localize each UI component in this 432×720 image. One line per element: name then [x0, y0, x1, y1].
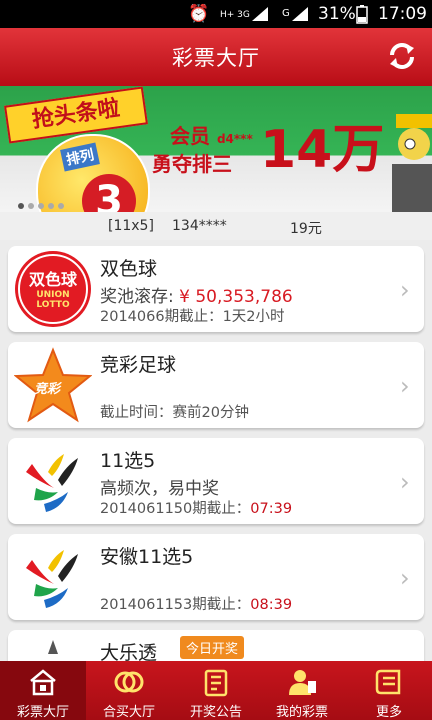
- 11x5-logo-icon: [15, 443, 91, 519]
- lottery-card-jingcai[interactable]: 竞彩 竞彩足球 截止时间：赛前20分钟 ›: [8, 342, 424, 428]
- page-dot: [38, 203, 44, 209]
- deadline-line: 2014061153期截止：08:39: [100, 593, 292, 614]
- deadline-value: 1天2小时: [222, 309, 285, 325]
- jackpot-line: 奖池滚存: ¥ 50,353,786: [100, 282, 293, 307]
- group-buy-icon: [114, 671, 144, 693]
- tab-lottery-hall[interactable]: 彩票大厅: [0, 661, 86, 720]
- lottery-card-11x5[interactable]: 11选5 高频次，易中奖 2014061150期截止：07:39 ›: [8, 438, 424, 524]
- banner-member-line: 会员 d4***: [170, 120, 253, 149]
- deadline-prefix: 截止时间：: [100, 405, 173, 421]
- battery-percentage: 31%: [318, 4, 356, 24]
- page-title: 彩票大厅: [172, 46, 260, 70]
- chevron-right-icon: ›: [400, 468, 410, 496]
- lottery-card-anhui-11x5[interactable]: 安徽11选5 2014061153期截止：08:39 ›: [8, 534, 424, 620]
- deadline-prefix: 2014061150期截止：: [100, 501, 251, 517]
- page-dot: [48, 203, 54, 209]
- deadline-value: 08:39: [250, 597, 293, 613]
- tab-more[interactable]: 更多: [346, 661, 432, 720]
- network-type-1: H+ 3G: [220, 10, 250, 20]
- banner-page-indicator: [18, 194, 68, 212]
- alarm-icon: ⏰: [188, 4, 210, 24]
- lottery-card-shuangseqiu[interactable]: 双色球 UNION LOTTO 双色球 奖池滚存: ¥ 50,353,786 2…: [8, 246, 424, 332]
- chevron-right-icon: ›: [400, 372, 410, 400]
- deadline-line: 2014061150期截止：07:39: [100, 497, 292, 518]
- mascot-illustration: [392, 114, 432, 212]
- banner-member-id: d4***: [216, 132, 253, 146]
- draw-results-icon: [204, 669, 228, 697]
- lottery-name: 双色球: [100, 258, 158, 280]
- tab-label: 我的彩票: [275, 705, 328, 720]
- deadline-value: 07:39: [250, 501, 293, 517]
- tab-group-buy[interactable]: 合买大厅: [86, 661, 172, 720]
- promo-banner[interactable]: 抢头条啦 排列 3 会员 d4*** 勇夺排三 14万: [0, 86, 432, 212]
- lottery-name: 11选5: [100, 450, 156, 472]
- tab-label: 开奖公告: [189, 705, 242, 720]
- slogan-line: 高频次，易中奖: [100, 479, 219, 499]
- lottery-hall-icon: [30, 669, 56, 696]
- signal-icon-2: [290, 5, 310, 27]
- tab-draw-results[interactable]: 开奖公告: [173, 661, 259, 720]
- deadline-value: 赛前20分钟: [172, 405, 249, 421]
- deadline-line: 截止时间：赛前20分钟: [100, 401, 249, 422]
- banner-promo-line: 勇夺排三: [152, 152, 232, 176]
- refresh-icon: [390, 43, 414, 69]
- jackpot-amount: ¥ 50,353,786: [179, 287, 293, 307]
- winner-ticker: [11x5] 134**** 19元: [0, 212, 432, 240]
- anhui-11x5-logo-icon: [15, 539, 91, 615]
- ticker-amount: 19元: [290, 221, 322, 237]
- lottery-name: 安徽11选5: [100, 546, 194, 568]
- clock: 17:09: [378, 4, 427, 24]
- ticker-game: [11x5]: [108, 218, 154, 234]
- jackpot-label: 奖池滚存:: [100, 287, 174, 307]
- status-bar: ⏰ H+ 3G G 31% 17:09: [0, 0, 432, 28]
- ticker-user: 134****: [172, 218, 227, 234]
- deadline-prefix: 2014066期截止：: [100, 309, 223, 325]
- page-dot: [28, 203, 34, 209]
- tab-label: 彩票大厅: [16, 705, 69, 720]
- tab-my-lottery[interactable]: 我的彩票: [259, 661, 345, 720]
- banner-member-label: 会员: [170, 124, 210, 148]
- shuangseqiu-logo-sub: UNION LOTTO: [36, 290, 70, 310]
- lottery-name: 竞彩足球: [100, 354, 177, 376]
- jingcai-logo-text: 竞彩: [34, 382, 61, 397]
- page-dot: [58, 203, 64, 209]
- chevron-right-icon: ›: [400, 564, 410, 592]
- more-icon: [375, 669, 401, 695]
- deadline-prefix: 2014061153期截止：: [100, 597, 251, 613]
- signal-icon: [250, 5, 270, 27]
- tab-label: 合买大厅: [102, 705, 155, 720]
- deadline-line: 2014066期截止：1天2小时: [100, 305, 285, 326]
- refresh-button[interactable]: [384, 38, 420, 74]
- title-bar: 彩票大厅: [0, 28, 432, 87]
- banner-amount: 14万: [260, 120, 385, 180]
- chevron-right-icon: ›: [400, 276, 410, 304]
- shuangseqiu-logo-text: 双色球: [28, 270, 77, 289]
- battery-icon: [356, 4, 368, 28]
- my-lottery-icon: [289, 670, 316, 695]
- bottom-tab-bar: 彩票大厅 合买大厅 开奖公告 我的彩票 更多: [0, 661, 432, 720]
- network-type-2: G: [282, 8, 290, 19]
- tab-label: 更多: [375, 705, 402, 720]
- draw-today-badge: 今日开奖: [180, 636, 245, 659]
- page-dot: [18, 203, 24, 209]
